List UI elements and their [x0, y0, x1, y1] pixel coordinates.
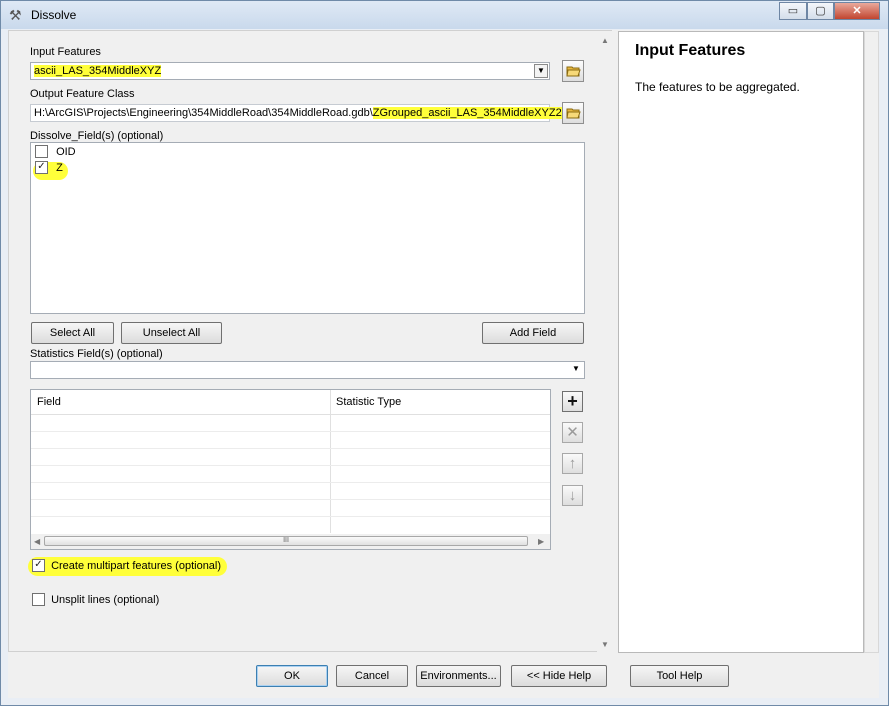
move-down-button[interactable]: ↓	[562, 485, 583, 506]
z-checkbox[interactable]: ✓	[35, 161, 48, 174]
chevron-down-icon[interactable]: ▼	[534, 64, 548, 78]
folder-open-icon	[566, 66, 581, 77]
help-pane: Input Features The features to be aggreg…	[618, 31, 864, 653]
hammer-icon: ⚒	[9, 7, 22, 23]
grid-row	[31, 482, 550, 483]
unsplit-lines-label: Unsplit lines (optional)	[51, 594, 160, 607]
close-icon: ✕	[852, 5, 862, 17]
hide-help-button[interactable]: << Hide Help	[511, 665, 607, 687]
column-divider[interactable]	[330, 390, 331, 533]
minimize-icon: ▭	[787, 5, 799, 17]
dissolve-fields-label: Dissolve_Field(s) (optional)	[30, 130, 164, 142]
maximize-icon: ▢	[815, 5, 826, 17]
chevron-down-icon[interactable]: ▼	[569, 363, 583, 377]
grid-row	[31, 499, 550, 500]
select-all-button[interactable]: Select All	[31, 322, 114, 344]
output-name-highlighted: ZGrouped_ascii_LAS_354MiddleXYZ2	[372, 107, 562, 119]
environments-button[interactable]: Environments...	[416, 665, 501, 687]
delete-icon: ✕	[566, 424, 579, 441]
cancel-button[interactable]: Cancel	[336, 665, 408, 687]
input-features-value: ascii_LAS_354MiddleXYZ	[34, 65, 162, 77]
input-features-label: Input Features	[30, 46, 101, 58]
scroll-left-icon[interactable]: ◀	[34, 537, 40, 546]
column-header-statistic-type[interactable]: Statistic Type	[336, 396, 401, 408]
browse-input-button[interactable]	[562, 60, 584, 82]
scroll-right-icon[interactable]: ▶	[538, 537, 544, 546]
parameters-scrollbar[interactable]: ▲ ▼	[597, 31, 612, 652]
tool-help-button[interactable]: Tool Help	[630, 665, 729, 687]
ok-button[interactable]: OK	[256, 665, 328, 687]
browse-output-button[interactable]	[562, 102, 584, 124]
grid-row	[31, 431, 550, 432]
input-features-combo[interactable]: ascii_LAS_354MiddleXYZ ▼	[30, 62, 550, 80]
output-feature-class-input[interactable]: H:\ArcGIS\Projects\Engineering\354Middle…	[30, 104, 562, 122]
grid-horizontal-scrollbar[interactable]: ◀ III ▶	[31, 534, 550, 549]
close-button[interactable]: ✕	[834, 2, 880, 20]
output-path-prefix: H:\ArcGIS\Projects\Engineering\354Middle…	[34, 107, 373, 119]
statistics-field-combo[interactable]: ▼	[30, 361, 585, 379]
scroll-grip: III	[283, 537, 289, 544]
folder-open-icon	[566, 108, 581, 119]
scroll-thumb[interactable]: III	[44, 536, 528, 546]
oid-checkbox[interactable]	[35, 145, 48, 158]
grid-row	[31, 465, 550, 466]
dissolve-field-label: Z	[56, 162, 63, 175]
output-feature-class-label: Output Feature Class	[30, 88, 135, 100]
scroll-up-icon[interactable]: ▲	[601, 36, 609, 45]
multipart-label: Create multipart features (optional)	[51, 560, 222, 573]
grid-row	[31, 448, 550, 449]
arrow-up-icon: ↑	[568, 455, 577, 472]
unselect-all-button[interactable]: Unselect All	[121, 322, 222, 344]
remove-row-button[interactable]: ✕	[562, 422, 583, 443]
add-field-button[interactable]: Add Field	[482, 322, 584, 344]
dissolve-field-label: OID	[56, 146, 76, 159]
statistics-grid[interactable]: Field Statistic Type ◀ III ▶	[30, 389, 551, 550]
dissolve-field-oid[interactable]: OID	[35, 145, 76, 162]
plus-icon: +	[567, 391, 578, 411]
scroll-down-icon[interactable]: ▼	[601, 640, 609, 649]
window-title: Dissolve	[31, 8, 77, 22]
help-scrollbar[interactable]	[864, 31, 879, 653]
minimize-button[interactable]: ▭	[779, 2, 807, 20]
unsplit-lines-checkbox[interactable]	[32, 593, 45, 606]
column-header-field[interactable]: Field	[37, 396, 61, 408]
unsplit-lines-option[interactable]: Unsplit lines (optional)	[32, 593, 160, 607]
arrow-down-icon: ↓	[568, 487, 577, 504]
statistics-fields-label: Statistics Field(s) (optional)	[30, 348, 163, 360]
move-up-button[interactable]: ↑	[562, 453, 583, 474]
dissolve-field-z[interactable]: ✓ Z	[33, 161, 68, 180]
grid-header: Field Statistic Type	[31, 390, 550, 415]
title-bar[interactable]: ⚒ Dissolve ▭ ▢ ✕	[1, 1, 888, 29]
help-text: The features to be aggregated.	[635, 80, 800, 94]
maximize-button[interactable]: ▢	[807, 2, 834, 20]
multipart-checkbox[interactable]: ✓	[32, 559, 45, 572]
dissolve-fields-list[interactable]: OID ✓ Z	[30, 142, 585, 314]
multipart-option[interactable]: ✓ Create multipart features (optional)	[28, 557, 228, 576]
add-row-button[interactable]: +	[562, 391, 583, 412]
help-title: Input Features	[635, 42, 746, 59]
grid-row	[31, 516, 550, 517]
